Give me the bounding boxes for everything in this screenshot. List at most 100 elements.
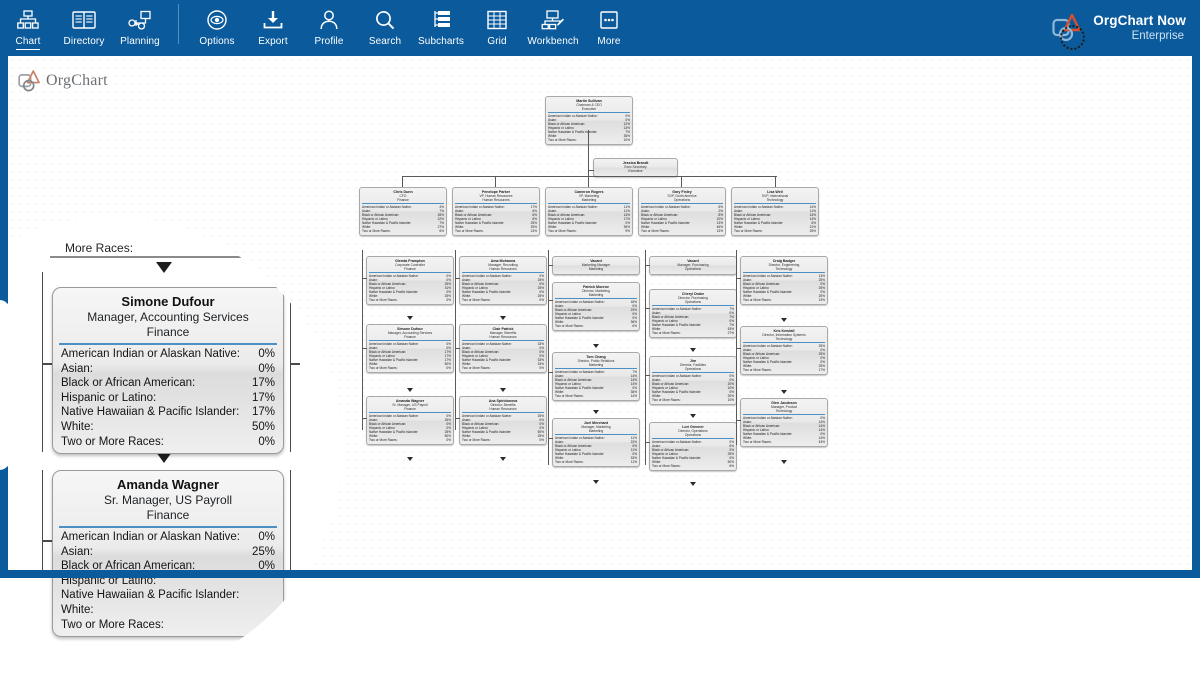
- metric-label: Two or More Races:: [462, 298, 491, 303]
- metric-label: Two or More Races:: [369, 366, 398, 371]
- org-node-department: Finance: [397, 198, 409, 203]
- org-expand-arrow[interactable]: [500, 457, 506, 461]
- metric-label: Two or More Races:: [369, 298, 398, 303]
- magnified-metric-row: White: 50%: [53, 420, 283, 435]
- cursor-indicator: [1060, 25, 1085, 50]
- magnifier-content: More Races: Simone Dufour Manager, Account…: [0, 218, 342, 678]
- org-node[interactable]: Tom Chang Director, Public Relations Marke…: [552, 352, 640, 401]
- magnified-metric-row: Hispanic or Latino: 17%: [53, 391, 283, 406]
- org-node-metric-row: Two or More Races: 14%: [555, 394, 637, 398]
- toolbar-button-planning[interactable]: Planning: [112, 0, 168, 56]
- org-expand-arrow[interactable]: [593, 344, 599, 348]
- org-node[interactable]: Vacant Manager, Purchasing Operations: [649, 256, 737, 276]
- org-expand-arrow[interactable]: [781, 390, 787, 394]
- org-node[interactable]: Simone Dufour Manager, Accounting Service…: [366, 324, 454, 373]
- org-node[interactable]: Vacant Marketing Manager Marketing: [552, 256, 640, 276]
- org-node[interactable]: Amanda Wagner Sr. Manager, US Payroll Fina…: [366, 396, 454, 445]
- metric-value: [269, 588, 275, 603]
- brand-text: OrgChart Now Enterprise: [1093, 13, 1186, 42]
- org-node[interactable]: Jim Director, Facilities Operations America…: [649, 356, 737, 405]
- metric-value: [269, 603, 275, 618]
- metric-value: 17%: [251, 406, 275, 419]
- magnified-metric-row: American Indian or Alaskan Native: 0%: [53, 530, 283, 545]
- metric-value: 0%: [258, 348, 275, 360]
- toolbar-button-export[interactable]: Export: [245, 0, 301, 56]
- magnified-org-card[interactable]: Amanda Wagner Sr. Manager, US Payroll Fina…: [52, 470, 284, 638]
- org-node[interactable]: Penelope Parker VP, Human Resources Human …: [452, 187, 540, 236]
- org-node-department: Human Resources: [482, 198, 510, 203]
- org-node[interactable]: Patrick Monroe Director, Marketing Marketi…: [552, 282, 640, 331]
- org-node[interactable]: Cameron Rogers VP, Marketing Marketing Amer…: [545, 187, 633, 236]
- org-expand-arrow[interactable]: [781, 460, 787, 464]
- main-toolbar: Chart Directory Planning Options Export …: [0, 0, 1200, 56]
- org-connector: [362, 278, 367, 279]
- org-node[interactable]: Lori Greener Director, Operations Operatio…: [649, 422, 737, 471]
- metric-label: Native Hawaiian & Pacific Islander:: [61, 589, 240, 602]
- org-node-department: Marketing: [581, 198, 597, 203]
- org-node[interactable]: Gary Finley SVP, North America Operations A…: [638, 187, 726, 236]
- org-expand-arrow[interactable]: [500, 388, 506, 392]
- org-node[interactable]: Martin Sullivan Chairman & CEO Executive Am…: [545, 96, 633, 145]
- toolbar-button-grid[interactable]: Grid: [469, 0, 525, 56]
- metric-label: Two or More Races:: [641, 229, 670, 234]
- org-expand-arrow[interactable]: [781, 318, 787, 322]
- org-connector: [362, 348, 367, 349]
- magnifier-truncated-label: More Races:: [65, 241, 134, 255]
- toolbar-button-search[interactable]: Search: [357, 0, 413, 56]
- workbench-icon: [541, 7, 565, 33]
- org-expand-arrow[interactable]: [407, 457, 413, 461]
- metric-value: 17%: [251, 391, 275, 404]
- metric-label: Two or More Races:: [743, 368, 772, 373]
- org-node[interactable]: Jessica Brandt Exec Secretary Executive: [593, 158, 678, 178]
- org-node[interactable]: Joel Merchant Manager, Marketing Marketing…: [552, 418, 640, 467]
- planning-icon: [128, 7, 152, 33]
- magnified-org-card[interactable]: Simone Dufour Manager, Accounting Service…: [52, 287, 284, 455]
- metric-value: 0%: [446, 298, 451, 303]
- magnifier-expand-arrow[interactable]: [156, 262, 172, 273]
- org-expand-arrow[interactable]: [500, 316, 506, 320]
- org-node-metric-row: Two or More Races: 10%: [548, 138, 630, 142]
- toolbar-button-more[interactable]: More: [581, 0, 637, 56]
- org-node[interactable]: Chris Dunn CFO Finance American Indian or A…: [359, 187, 447, 236]
- org-node-department: Operations: [684, 367, 702, 372]
- org-node[interactable]: Ana Spiridonova Director, Benefits Human R…: [459, 396, 547, 445]
- org-expand-arrow[interactable]: [593, 480, 599, 484]
- org-node-department: Human Resources: [489, 267, 517, 272]
- toolbar-group-secondary: Options Export Profile Search Subcharts …: [189, 0, 637, 56]
- magnified-card-department: Finance: [146, 508, 190, 522]
- metric-label: Two or More Races:: [455, 229, 484, 234]
- toolbar-button-chart[interactable]: Chart: [0, 0, 56, 56]
- org-node[interactable]: Craig Badger Director, Engineering Technol…: [740, 256, 828, 305]
- toolbar-button-profile[interactable]: Profile: [301, 0, 357, 56]
- toolbar-button-workbench[interactable]: Workbench: [525, 0, 581, 56]
- org-node[interactable]: Glenda Frampton Corporate Controller Finan…: [366, 256, 454, 305]
- metric-label: Two or More Races:: [61, 618, 164, 631]
- metric-label: Two or More Races:: [555, 394, 584, 399]
- org-connector: [645, 308, 650, 309]
- org-expand-arrow[interactable]: [407, 316, 413, 320]
- toolbar-button-subcharts[interactable]: Subcharts: [413, 0, 469, 56]
- toolbar-button-options[interactable]: Options: [189, 0, 245, 56]
- metric-label: Two or More Races:: [652, 398, 681, 403]
- org-expand-arrow[interactable]: [407, 388, 413, 392]
- magnifier-lens[interactable]: More Races: Simone Dufour Manager, Account…: [0, 218, 342, 678]
- magnifier-connector: [42, 540, 52, 542]
- toolbar-button-directory[interactable]: Directory: [56, 0, 112, 56]
- org-expand-arrow[interactable]: [690, 414, 696, 418]
- org-node[interactable]: Lisa Weil SVP, International Technology Ame…: [731, 187, 819, 236]
- org-node[interactable]: Glen Jacobson Manager, Product Technology A…: [740, 398, 828, 447]
- org-node[interactable]: Clair Patrick Manager, Benefits Human Reso…: [459, 324, 547, 373]
- magnified-card-title: Manager, Accounting Services: [87, 310, 249, 324]
- org-expand-arrow[interactable]: [593, 410, 599, 414]
- metric-label: Two or More Races:: [462, 366, 491, 371]
- org-node[interactable]: Kris Kendall Director, Information System…: [740, 326, 828, 375]
- eye-icon: [205, 7, 229, 33]
- org-node[interactable]: Cheryl Drake Director, Purchasing Operatio…: [649, 289, 737, 338]
- magnified-metric-row: Asian: 25%: [53, 545, 283, 560]
- org-node[interactable]: Ama Mohanna Manager, Recruiting Human Reso…: [459, 256, 547, 305]
- metric-label: Asian:: [61, 545, 93, 558]
- metric-label: White:: [61, 420, 94, 433]
- metric-value: 27%: [727, 331, 734, 336]
- org-expand-arrow[interactable]: [690, 482, 696, 486]
- org-expand-arrow[interactable]: [690, 348, 696, 352]
